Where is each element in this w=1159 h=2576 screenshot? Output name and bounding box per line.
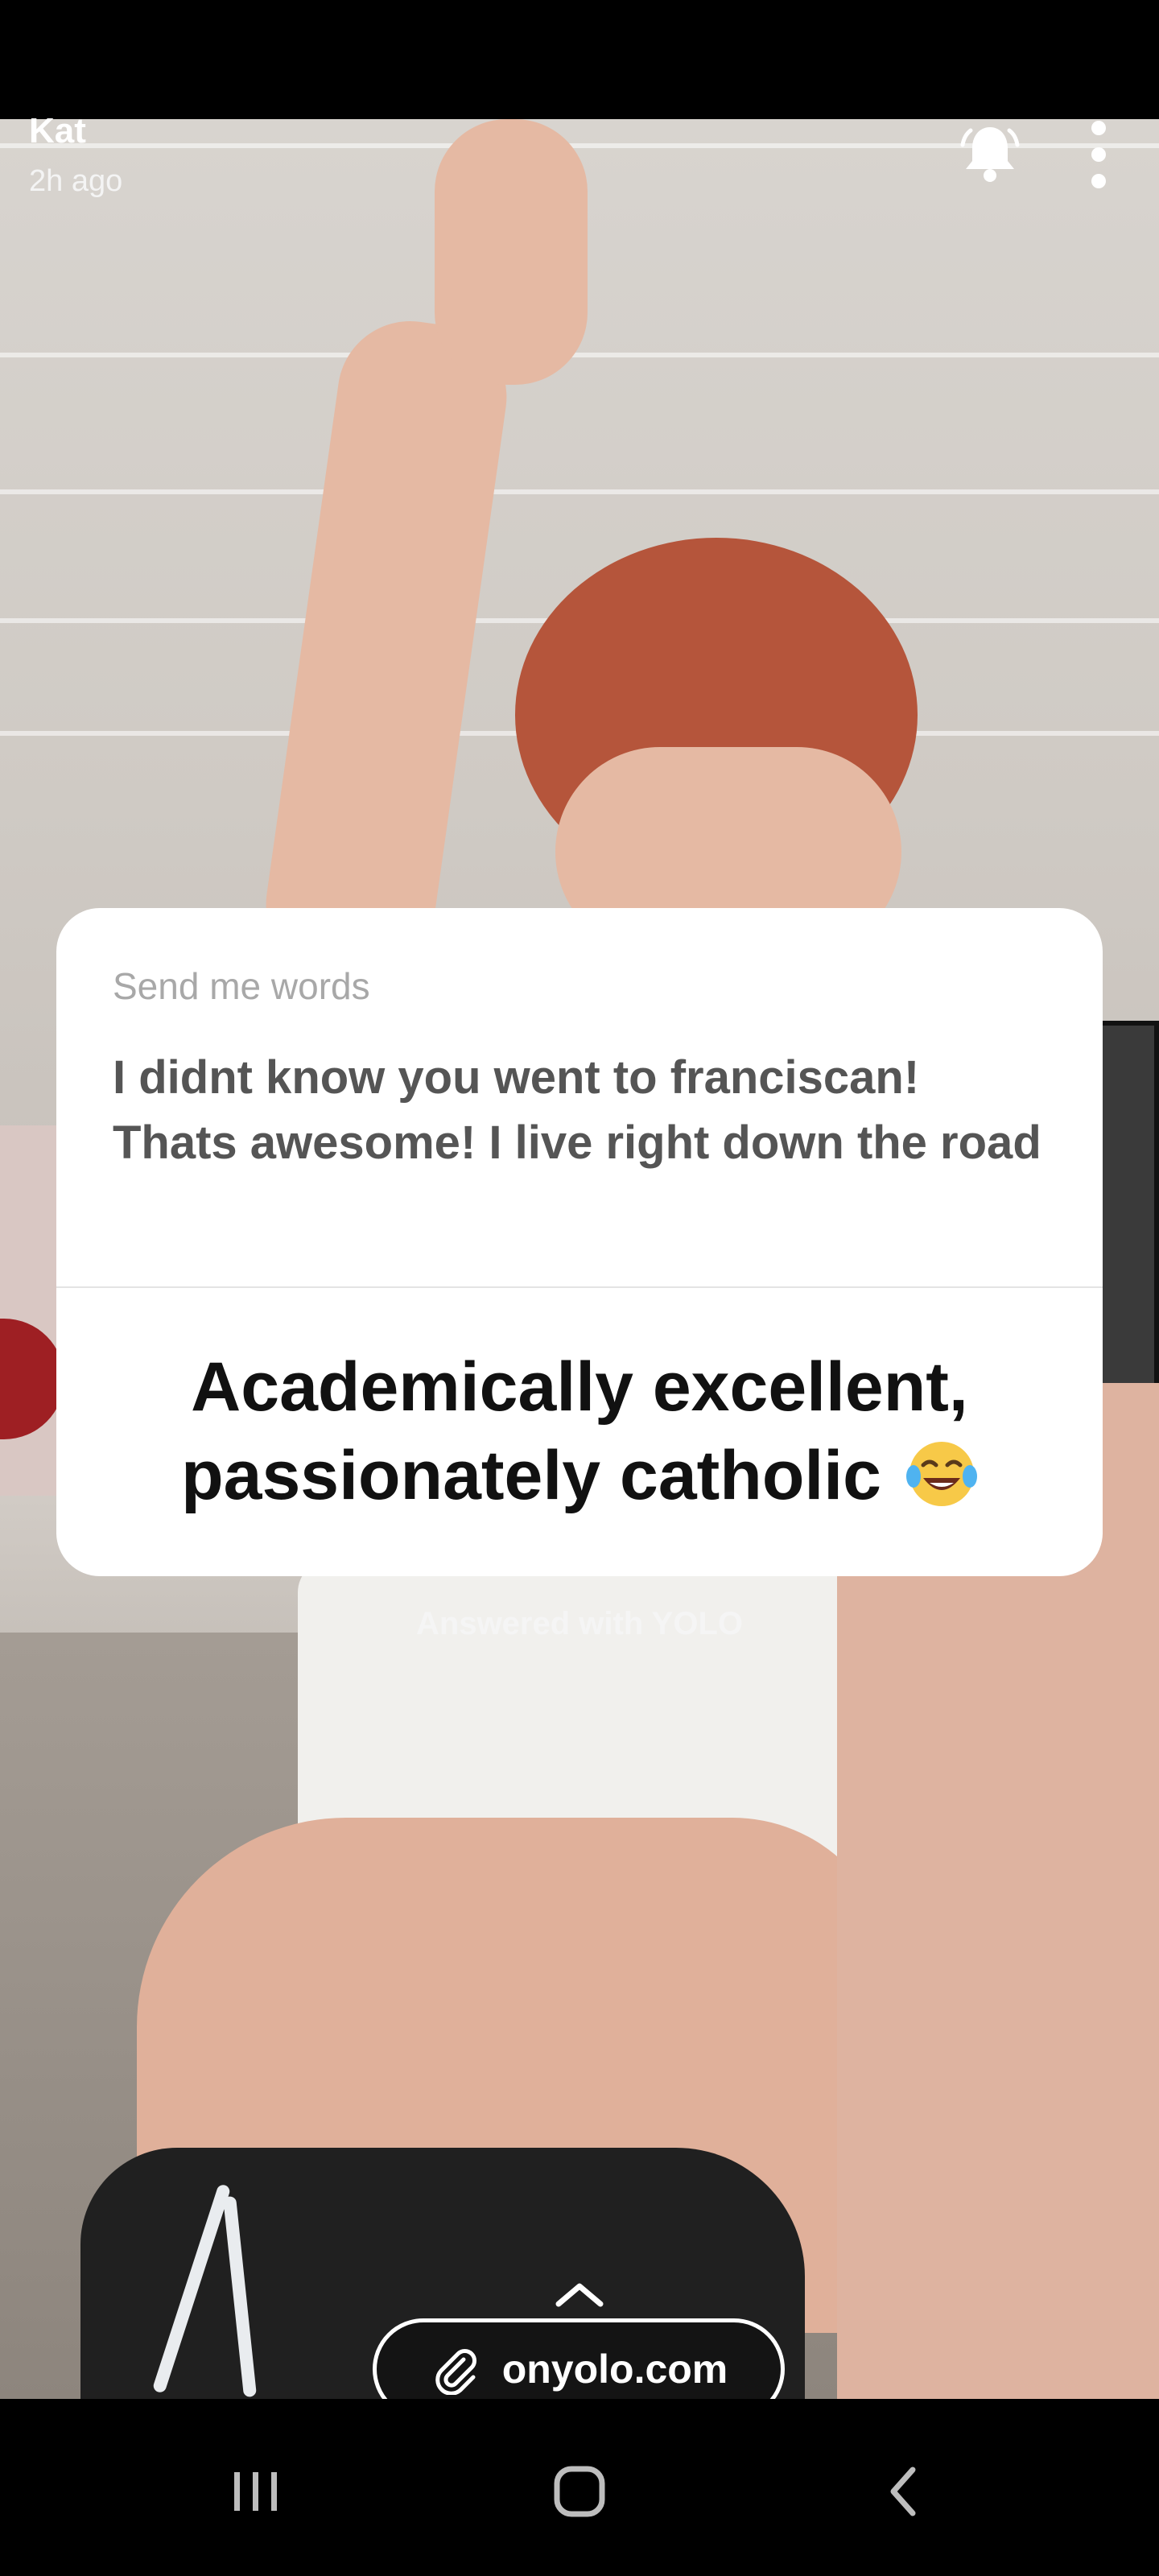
wall-art bbox=[0, 1125, 64, 1496]
ceiling-panel-line bbox=[0, 489, 1159, 494]
home-icon[interactable] bbox=[531, 2447, 628, 2536]
bell-icon[interactable] bbox=[958, 121, 1022, 185]
link-text: onyolo.com bbox=[501, 2347, 728, 2392]
card-divider bbox=[56, 1286, 1103, 1288]
back-icon[interactable] bbox=[856, 2447, 953, 2536]
raised-arm bbox=[256, 312, 517, 989]
more-vertical-icon[interactable] bbox=[1083, 121, 1115, 188]
ceiling-panel-line bbox=[0, 353, 1159, 357]
status-bar bbox=[0, 0, 1159, 119]
answer-text-value: Academically excellent, passionately cat… bbox=[181, 1348, 968, 1514]
hand bbox=[435, 119, 588, 385]
chevron-up-icon[interactable] bbox=[547, 2278, 612, 2310]
post-time: 2h ago bbox=[29, 164, 123, 198]
question-card: Send me words I didnt know you went to f… bbox=[56, 908, 1103, 1576]
question-text: I didnt know you went to franciscan! Tha… bbox=[113, 1051, 1041, 1169]
user-name[interactable]: Kat bbox=[29, 111, 86, 151]
answered-with-label: Answered with YOLO bbox=[416, 1606, 743, 1641]
system-nav-bar bbox=[0, 2399, 1159, 2576]
card-label: Send me words bbox=[113, 965, 370, 1007]
recent-apps-icon[interactable] bbox=[208, 2447, 304, 2536]
paperclip-icon bbox=[435, 2349, 476, 2395]
laughing-tears-emoji-icon bbox=[905, 1442, 977, 1506]
answer-text: Academically excellent, passionately cat… bbox=[113, 1343, 1046, 1520]
